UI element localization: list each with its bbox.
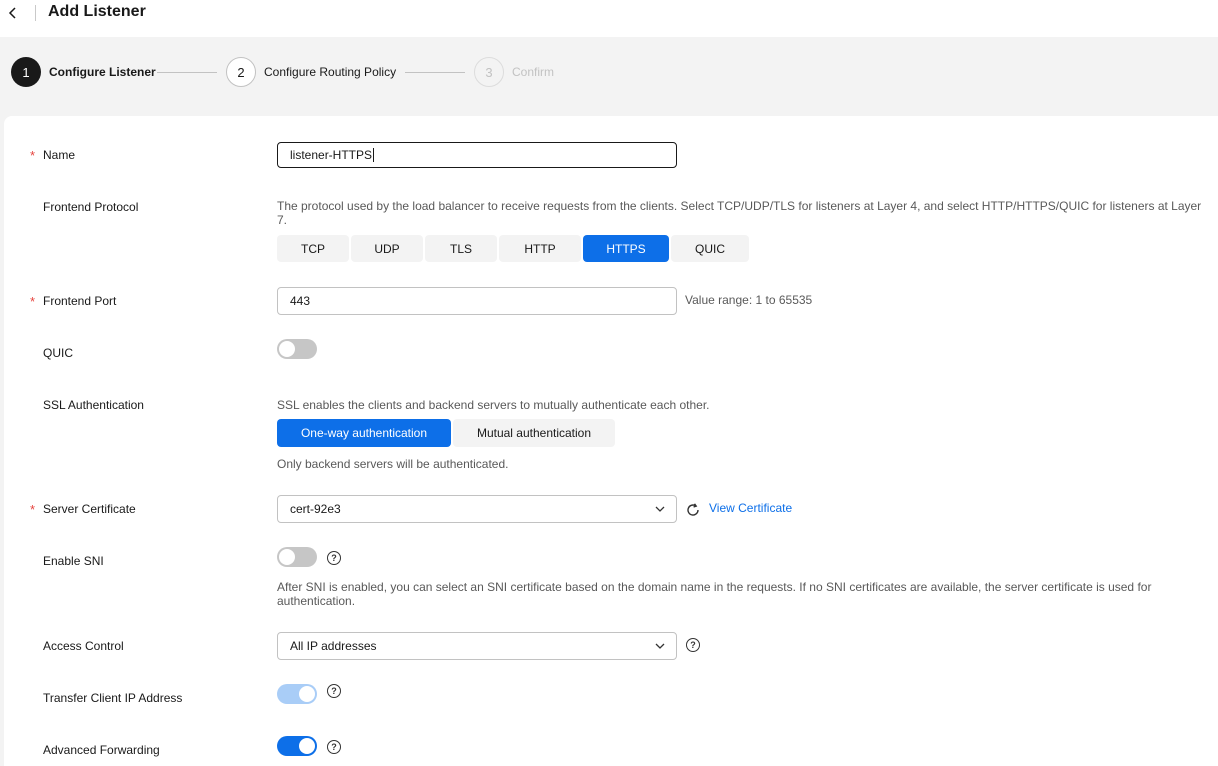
ssl-auth-label: SSL Authentication [43,398,144,412]
transfer-client-ip-toggle[interactable] [277,684,317,704]
enable-sni-toggle[interactable] [277,547,317,567]
quic-label: QUIC [43,346,73,360]
required-asterisk: * [30,502,36,517]
back-button[interactable] [4,3,22,23]
step-confirm: 3 Confirm [474,57,554,87]
question-circle-icon[interactable]: ? [686,638,700,652]
frontend-port-label: * Frontend Port [30,294,117,309]
required-asterisk: * [30,148,36,163]
step-number: 2 [226,57,256,87]
chevron-left-icon [8,7,16,19]
toggle-knob [279,549,295,565]
step-label: Confirm [512,65,555,79]
step-connector [157,72,217,73]
toggle-knob [279,341,295,357]
toggle-knob [299,738,315,754]
question-circle-icon[interactable]: ? [327,684,341,698]
step-configure-routing-policy: 2 Configure Routing Policy [226,57,396,87]
text-caret [373,148,375,162]
ssl-mutual-option[interactable]: Mutual authentication [453,419,615,447]
advanced-forwarding-toggle[interactable] [277,736,317,756]
ssl-auth-note: Only backend servers will be authenticat… [277,457,509,471]
ssl-one-way-option[interactable]: One-way authentication [277,419,451,447]
quic-toggle[interactable] [277,339,317,359]
ssl-auth-selector: One-way authentication Mutual authentica… [277,419,615,447]
frontend-port-input[interactable]: 443 [277,287,677,315]
protocol-http[interactable]: HTTP [499,235,581,262]
question-circle-icon[interactable]: ? [327,551,341,565]
server-certificate-label: * Server Certificate [30,502,136,517]
protocol-tcp[interactable]: TCP [277,235,349,262]
enable-sni-hint: After SNI is enabled, you can select an … [277,580,1152,608]
protocol-udp[interactable]: UDP [351,235,423,262]
frontend-protocol-hint: The protocol used by the load balancer t… [277,199,1202,227]
toggle-knob [299,686,315,702]
listener-form: * Name listener-HTTPS Frontend Protocol … [4,116,1218,766]
step-configure-listener: 1 Configure Listener [11,57,156,87]
header-divider [35,5,36,21]
chevron-down-icon [655,506,665,512]
transfer-client-ip-label: Transfer Client IP Address [43,691,183,705]
page-title: Add Listener [48,3,146,20]
view-certificate-link[interactable]: View Certificate [709,501,792,515]
step-label: Configure Listener [49,65,156,79]
access-control-label: Access Control [43,639,124,653]
ssl-auth-hint: SSL enables the clients and backend serv… [277,398,710,412]
protocol-tls[interactable]: TLS [425,235,497,262]
protocol-https[interactable]: HTTPS [583,235,669,262]
chevron-down-icon [655,643,665,649]
step-number: 1 [11,57,41,87]
frontend-port-hint: Value range: 1 to 65535 [685,293,813,307]
advanced-forwarding-label: Advanced Forwarding [43,743,160,757]
step-number: 3 [474,57,504,87]
question-circle-icon[interactable]: ? [327,740,341,754]
access-control-select[interactable]: All IP addresses [277,632,677,660]
refresh-icon[interactable] [685,502,701,518]
step-connector [405,72,465,73]
server-certificate-select[interactable]: cert-92e3 [277,495,677,523]
required-asterisk: * [30,294,36,309]
page-header: Add Listener [0,0,1218,37]
name-input[interactable]: listener-HTTPS [277,142,677,168]
wizard-steps: 1 Configure Listener 2 Configure Routing… [0,37,1218,113]
protocol-selector: TCP UDP TLS HTTP HTTPS QUIC [277,235,749,262]
name-label: * Name [30,148,76,163]
protocol-quic[interactable]: QUIC [671,235,749,262]
step-label: Configure Routing Policy [264,65,397,79]
enable-sni-label: Enable SNI [43,554,104,568]
frontend-protocol-label: Frontend Protocol [43,200,139,214]
